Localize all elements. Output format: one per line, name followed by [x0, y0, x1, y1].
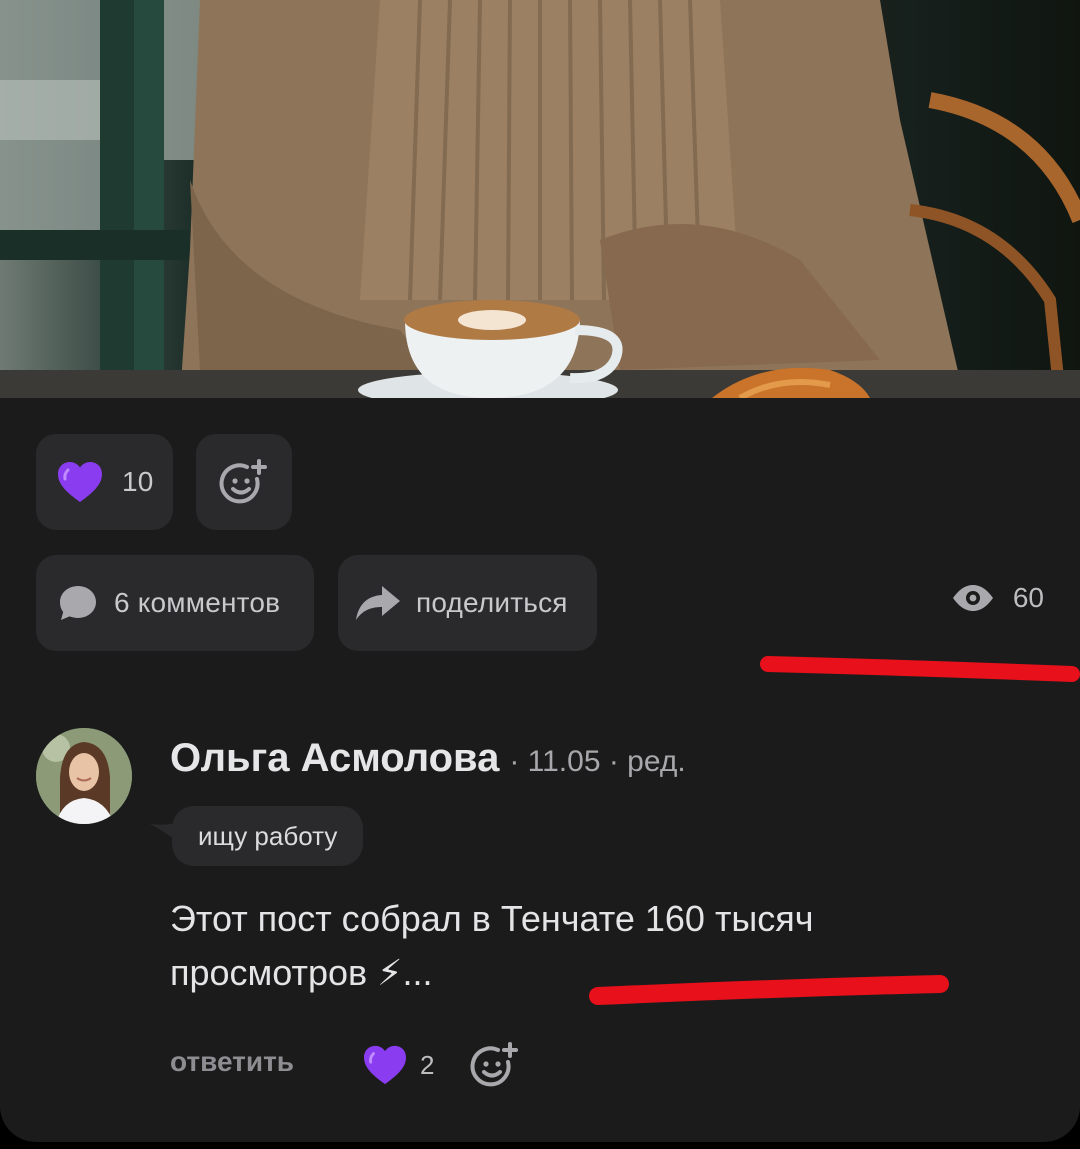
photo-illustration	[0, 0, 1080, 398]
avatar-portrait	[36, 728, 132, 824]
purple-heart-icon	[364, 1045, 406, 1085]
comment-meta: · 11.05 · ред.	[509, 745, 686, 778]
comment-like-button[interactable]: 2	[362, 1044, 434, 1086]
author-name[interactable]: Ольга Асмолова	[170, 736, 499, 781]
views-counter: 60	[951, 582, 1044, 614]
eye-icon	[952, 585, 993, 611]
red-annotation-line	[760, 656, 1080, 682]
purple-heart-icon	[58, 462, 102, 502]
comment-header: Ольга Асмолова · 11.05 · ред.	[170, 736, 686, 781]
add-reaction-icon	[219, 459, 267, 504]
views-count: 60	[1012, 582, 1044, 613]
post-photo[interactable]	[0, 0, 1080, 398]
reply-button[interactable]: ответить	[170, 1046, 294, 1078]
like-button[interactable]: 10	[36, 434, 173, 530]
add-reaction-icon	[470, 1042, 518, 1087]
comment-like-count: 2	[420, 1049, 435, 1080]
author-status-badge: ищу работу	[172, 806, 364, 866]
red-annotation-line	[589, 975, 949, 1005]
comment-add-reaction-button[interactable]	[470, 1040, 520, 1095]
comment-bubble-icon	[60, 586, 96, 620]
post-card: 10 6 комментов поделиться 60 Ольга Асмол…	[0, 0, 1080, 1142]
share-arrow-icon	[356, 586, 400, 620]
avatar[interactable]	[36, 728, 132, 824]
share-label: поделиться	[416, 587, 568, 618]
share-button[interactable]: поделиться	[338, 555, 597, 651]
comments-button[interactable]: 6 комментов	[36, 555, 314, 651]
add-reaction-button[interactable]	[196, 434, 292, 530]
comments-label: 6 комментов	[114, 587, 281, 618]
like-count: 10	[122, 466, 154, 497]
